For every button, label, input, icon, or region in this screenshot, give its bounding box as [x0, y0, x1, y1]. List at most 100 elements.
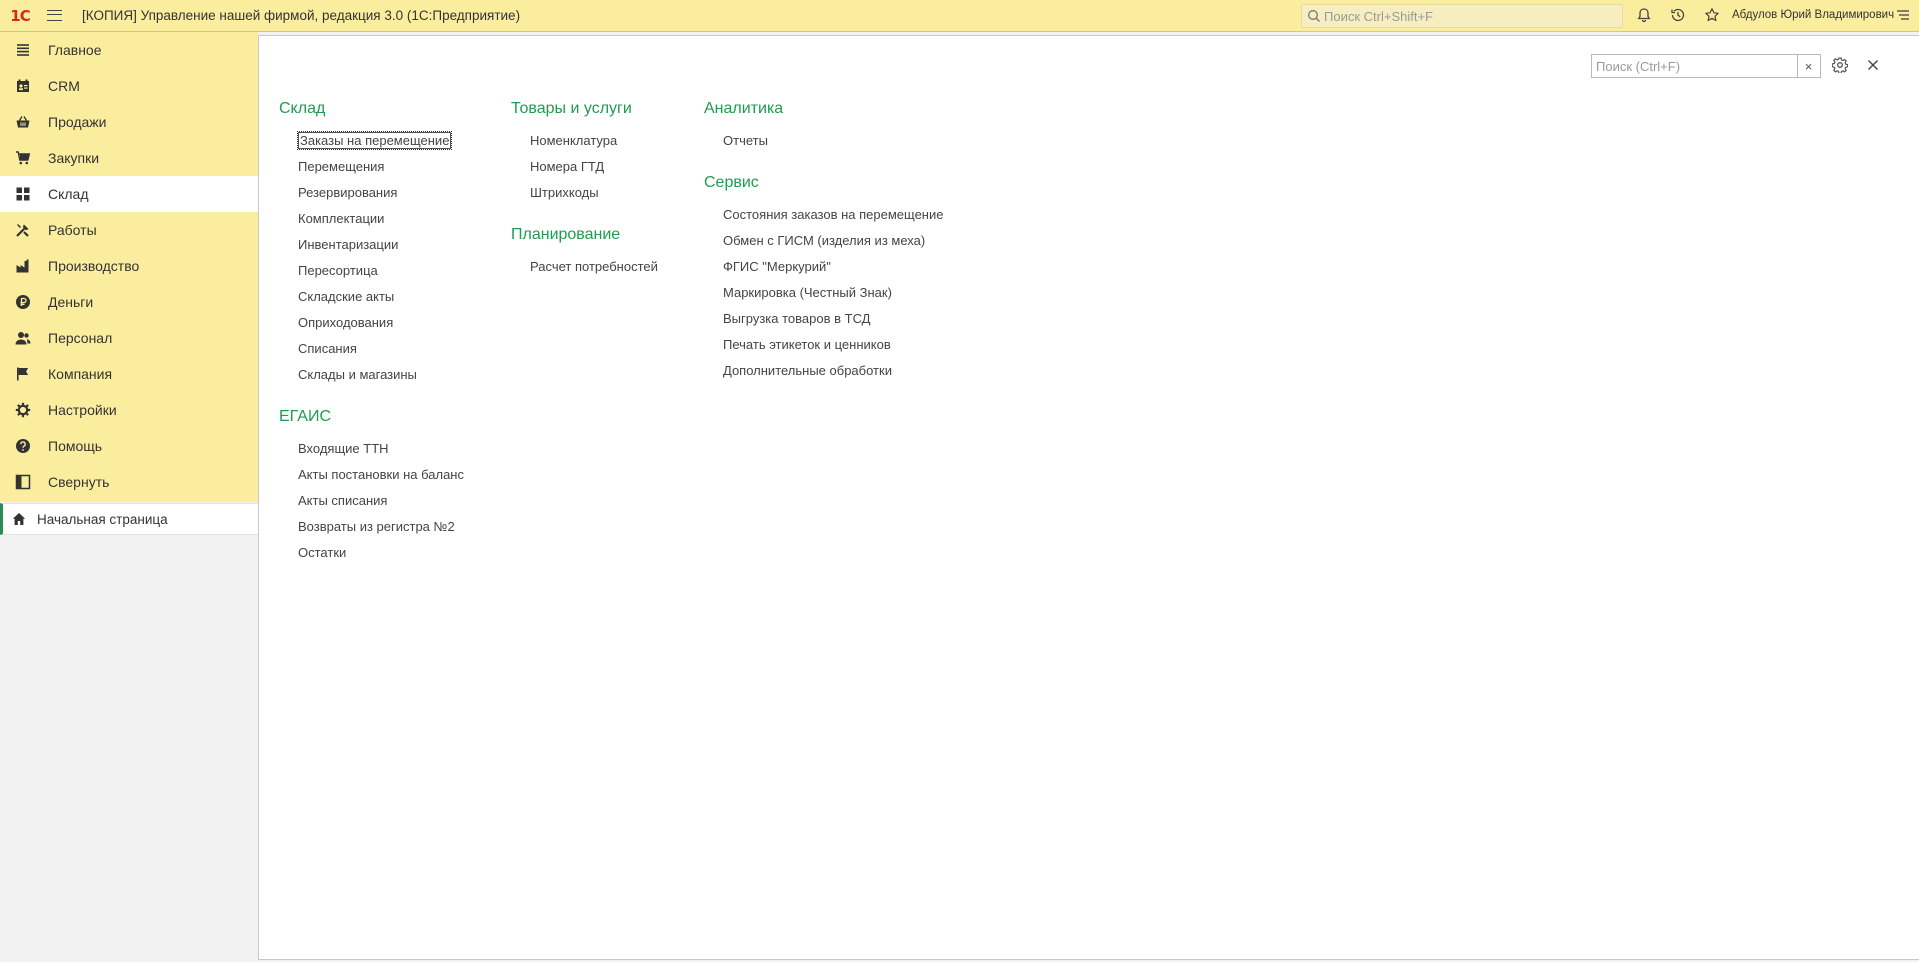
sidebar-item-warehouse[interactable]: Склад — [0, 176, 258, 212]
logo-text: 1С — [10, 6, 30, 25]
cmd-writeoff-acts[interactable]: Акты списания — [298, 488, 464, 514]
clear-search-button[interactable]: × — [1797, 55, 1819, 77]
menu-lines-icon — [15, 42, 31, 58]
sidebar-item-label: Главное — [48, 42, 102, 58]
flag-icon — [15, 366, 31, 382]
collapse-panel-icon — [15, 474, 31, 490]
cmd-balance-acts[interactable]: Акты постановки на баланс — [298, 462, 464, 488]
close-panel-button[interactable] — [1862, 55, 1884, 77]
sidebar-item-label: Персонал — [48, 330, 113, 346]
star-icon — [1704, 7, 1720, 26]
panel-search-input[interactable] — [1592, 58, 1797, 74]
sidebar-item-label: Свернуть — [48, 474, 110, 490]
cmd-transfers[interactable]: Перемещения — [298, 154, 464, 180]
factory-icon — [15, 258, 31, 274]
notifications-button[interactable] — [1633, 5, 1655, 27]
bell-icon — [1636, 7, 1652, 26]
section-list-service: Состояния заказов на перемещение Обмен с… — [704, 202, 943, 384]
history-icon — [1670, 7, 1686, 26]
sidebar-item-money[interactable]: Деньги — [0, 284, 258, 320]
section-list-egais: Входящие ТТН Акты постановки на баланс А… — [279, 436, 464, 566]
settings-menu-button[interactable] — [1892, 5, 1914, 27]
tools-icon — [15, 222, 31, 238]
panel-settings-button[interactable] — [1829, 55, 1851, 77]
cmd-tsd-export[interactable]: Выгрузка товаров в ТСД — [723, 306, 943, 332]
cmd-inventories[interactable]: Инвентаризации — [298, 232, 464, 258]
app-title: [КОПИЯ] Управление нашей фирмой, редакци… — [82, 8, 521, 23]
sidebar: Главное CRM Продажи Закупки Склад Работы… — [0, 32, 258, 502]
sidebar-item-crm[interactable]: CRM — [0, 68, 258, 104]
home-page-tab-label: Начальная страница — [37, 511, 168, 527]
warehouse-grid-icon — [15, 186, 31, 202]
sidebar-item-label: Настройки — [48, 402, 117, 418]
cmd-nomenclature[interactable]: Номенклатура — [530, 128, 658, 154]
history-button[interactable] — [1667, 5, 1689, 27]
sidebar-item-company[interactable]: Компания — [0, 356, 258, 392]
global-search-input[interactable] — [1324, 8, 1614, 24]
sidebar-item-purchases[interactable]: Закупки — [0, 140, 258, 176]
sidebar-item-label: Помощь — [48, 438, 103, 454]
cmd-barcodes[interactable]: Штрихкоды — [530, 180, 658, 206]
section-list-planning: Расчет потребностей — [511, 254, 658, 280]
sidebar-item-production[interactable]: Производство — [0, 248, 258, 284]
section-title-goods: Товары и услуги — [511, 100, 632, 117]
global-search[interactable] — [1301, 4, 1623, 28]
cmd-assemblies[interactable]: Комплектации — [298, 206, 464, 232]
cart-icon — [15, 150, 31, 166]
cmd-transfer-orders[interactable]: Заказы на перемещение — [296, 128, 464, 154]
section-title-service: Сервис — [704, 174, 759, 191]
section-title-planning: Планирование — [511, 226, 621, 243]
cmd-print-labels[interactable]: Печать этикеток и ценников — [723, 332, 943, 358]
cmd-write-offs[interactable]: Списания — [298, 336, 464, 362]
section-list-sklad: Заказы на перемещение Перемещения Резерв… — [279, 128, 464, 388]
sidebar-item-label: Компания — [48, 366, 113, 382]
menu-lines-icon — [1896, 8, 1910, 25]
sidebar-item-label: Закупки — [48, 150, 100, 166]
home-page-tab[interactable]: Начальная страница — [0, 503, 258, 535]
cmd-balances[interactable]: Остатки — [298, 540, 464, 566]
sidebar-item-works[interactable]: Работы — [0, 212, 258, 248]
search-icon — [1306, 8, 1322, 24]
cmd-register2-returns[interactable]: Возвраты из регистра №2 — [298, 514, 464, 540]
top-bar: 1С [КОПИЯ] Управление нашей фирмой, реда… — [0, 0, 1919, 32]
section-title-analytics: Аналитика — [704, 100, 784, 117]
cmd-fgis-mercury[interactable]: ФГИС "Меркурий" — [723, 254, 943, 280]
cmd-gism-exchange[interactable]: Обмен с ГИСМ (изделия из меха) — [723, 228, 943, 254]
cmd-needs-calculation[interactable]: Расчет потребностей — [530, 254, 658, 280]
sidebar-item-collapse[interactable]: Свернуть — [0, 464, 258, 500]
cmd-transfer-order-states[interactable]: Состояния заказов на перемещение — [723, 202, 943, 228]
cmd-marking[interactable]: Маркировка (Честный Знак) — [723, 280, 943, 306]
cmd-warehouse-acts[interactable]: Складские акты — [298, 284, 464, 310]
cmd-reservations[interactable]: Резервирования — [298, 180, 464, 206]
command-label: Заказы на перемещение — [296, 131, 453, 150]
panel-search[interactable]: × — [1591, 54, 1821, 78]
sidebar-item-settings[interactable]: Настройки — [0, 392, 258, 428]
sidebar-item-main[interactable]: Главное — [0, 32, 258, 68]
gear-icon — [1831, 56, 1849, 76]
sidebar-item-staff[interactable]: Персонал — [0, 320, 258, 356]
cmd-gtd-numbers[interactable]: Номера ГТД — [530, 154, 658, 180]
hamburger-icon — [46, 10, 62, 21]
app-logo[interactable]: 1С — [0, 0, 40, 32]
basket-icon — [15, 114, 31, 130]
close-icon — [1867, 59, 1879, 74]
section-list-goods: Номенклатура Номера ГТД Штрихкоды — [511, 128, 658, 206]
main-menu-button[interactable] — [40, 0, 68, 32]
help-icon — [15, 438, 31, 454]
column-2: Товары и услуги Номенклатура Номера ГТД … — [511, 98, 658, 298]
favorites-button[interactable] — [1701, 5, 1723, 27]
cmd-incoming-ttn[interactable]: Входящие ТТН — [298, 436, 464, 462]
cmd-receipts[interactable]: Оприходования — [298, 310, 464, 336]
cmd-warehouses-stores[interactable]: Склады и магазины — [298, 362, 464, 388]
cmd-extra-processing[interactable]: Дополнительные обработки — [723, 358, 943, 384]
sidebar-item-label: Продажи — [48, 114, 107, 130]
contact-card-icon — [15, 78, 31, 94]
sidebar-item-help[interactable]: Помощь — [0, 428, 258, 464]
cmd-regrading[interactable]: Пересортица — [298, 258, 464, 284]
sidebar-item-sales[interactable]: Продажи — [0, 104, 258, 140]
sidebar-item-label: Деньги — [48, 294, 94, 310]
function-panel: × Склад Заказы на перемещение Перемещени… — [258, 35, 1919, 960]
user-name[interactable]: Абдулов Юрий Владимирович — [1732, 9, 1894, 21]
gear-icon — [15, 402, 31, 418]
cmd-reports[interactable]: Отчеты — [723, 128, 943, 154]
